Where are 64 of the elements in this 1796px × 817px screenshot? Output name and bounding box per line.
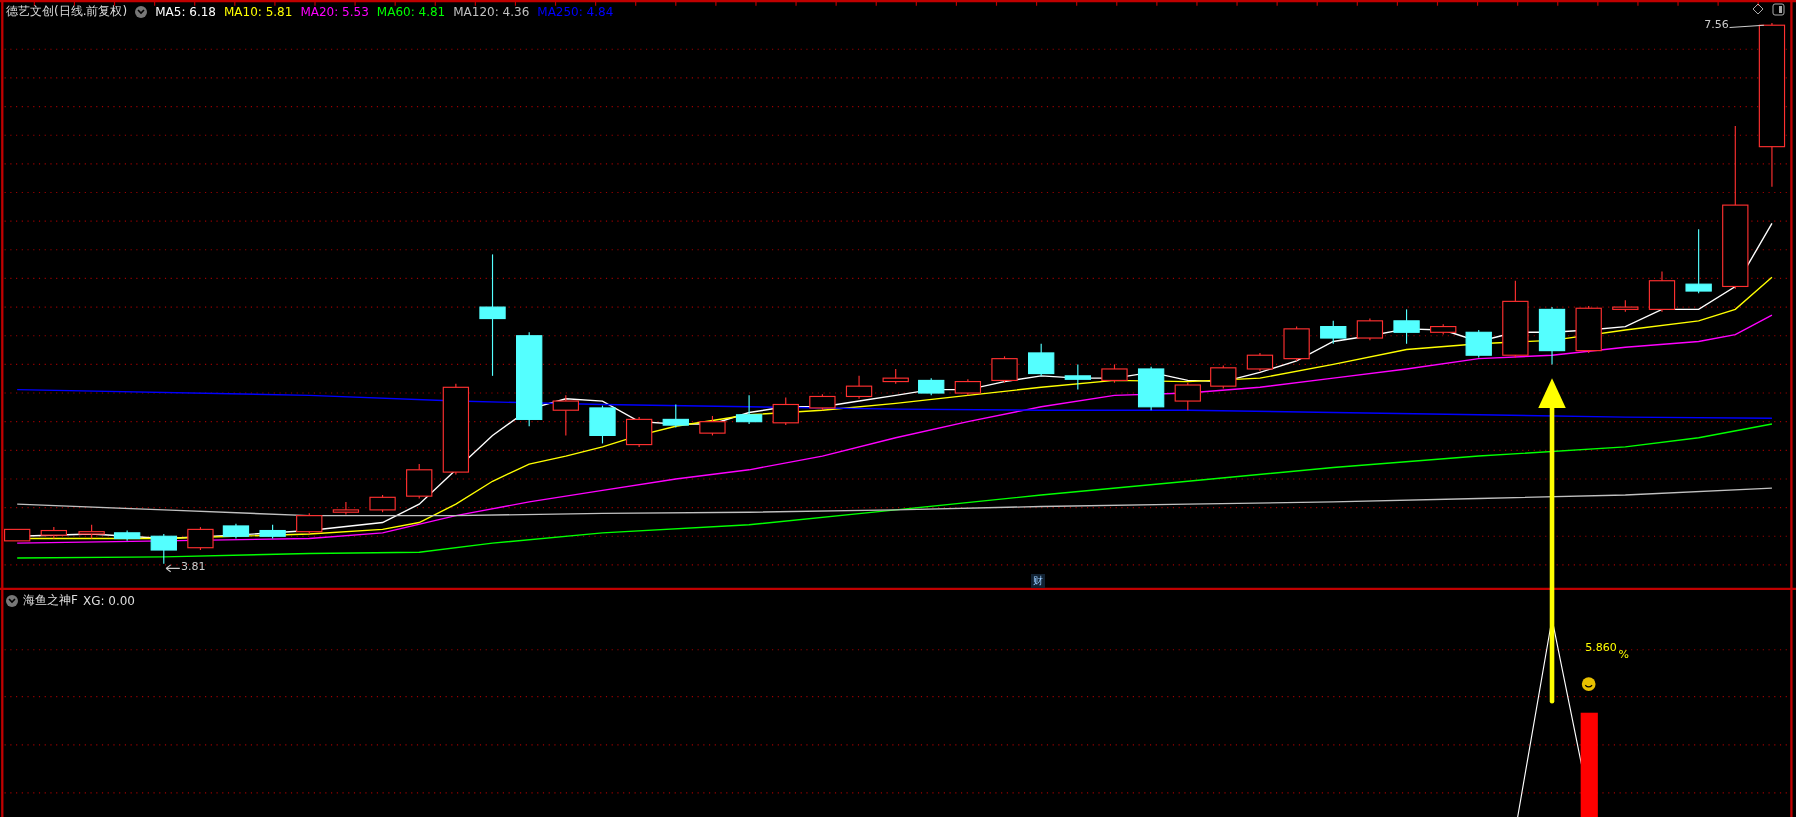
candlestick [1101,363,1128,384]
leader-line [1729,24,1765,29]
candlestick [991,355,1018,384]
candlestick [150,533,177,565]
indicator-value: MA20: 5.53 [300,4,369,19]
dropdown-icon[interactable] [6,594,18,607]
finance-marker[interactable]: 财 [1030,573,1045,588]
price-label: 7.56 [1704,18,1729,32]
chart-title: 德艺文创(日线.前复权) [6,3,128,20]
candlestick [772,397,799,426]
candlestick [369,494,396,513]
indicator-title: 海鱼之神F [23,592,78,610]
candlestick [1174,382,1201,411]
candlestick [1538,306,1566,365]
candlestick [1246,352,1274,372]
candlestick [1210,364,1237,390]
candlestick [662,403,689,428]
candlestick [187,526,214,551]
candlestick [113,529,141,542]
candlestick [1465,329,1492,359]
candlestick [954,378,982,396]
indicator-value: XG: 0.00 [82,593,135,608]
indicator-value: MA5: 6.18 [155,4,216,19]
candlestick [882,368,909,385]
percent-sign: % [1618,648,1629,662]
dropdown-icon[interactable] [135,5,148,18]
candlestick [296,512,323,535]
candlestick [1612,299,1639,313]
candlestick [589,405,616,445]
candlestick [845,375,873,400]
candlestick [1064,363,1091,391]
diamond-icon[interactable] [1752,3,1765,15]
candlestick [1283,326,1310,362]
candlestick [1430,323,1457,336]
price-label: 3.81 [180,560,206,574]
candlestick [918,377,945,396]
indicator-value: MA250: 4.84 [537,4,614,19]
candlestick [1393,308,1420,345]
candlestick [40,526,67,540]
indicator-value: MA10: 5.81 [223,4,293,19]
candlestick [1685,228,1712,294]
candlestick [222,523,250,540]
candlestick [259,524,286,540]
candlestick [735,394,763,425]
candlestick [78,524,105,540]
candlestick [1575,305,1602,354]
candlestick [332,501,360,516]
candlestick [699,415,726,436]
candlestick [809,393,836,411]
candlestick [1028,343,1055,377]
candlestick [1320,320,1347,345]
panel-toggle-icon[interactable] [1772,3,1786,16]
candlestick [1356,317,1384,341]
candlestick [4,528,31,542]
leader-line [165,564,181,573]
percent-value: 5.860 [1585,641,1617,655]
candlestick [552,394,579,436]
smiley-icon [1581,677,1596,691]
candlestick [625,416,653,448]
candlestick [1648,271,1676,313]
indicator-value: MA60: 4.81 [376,4,446,19]
candlestick [1137,366,1165,411]
candlestick [406,463,433,500]
indicator-value: MA120: 4.36 [453,4,530,19]
